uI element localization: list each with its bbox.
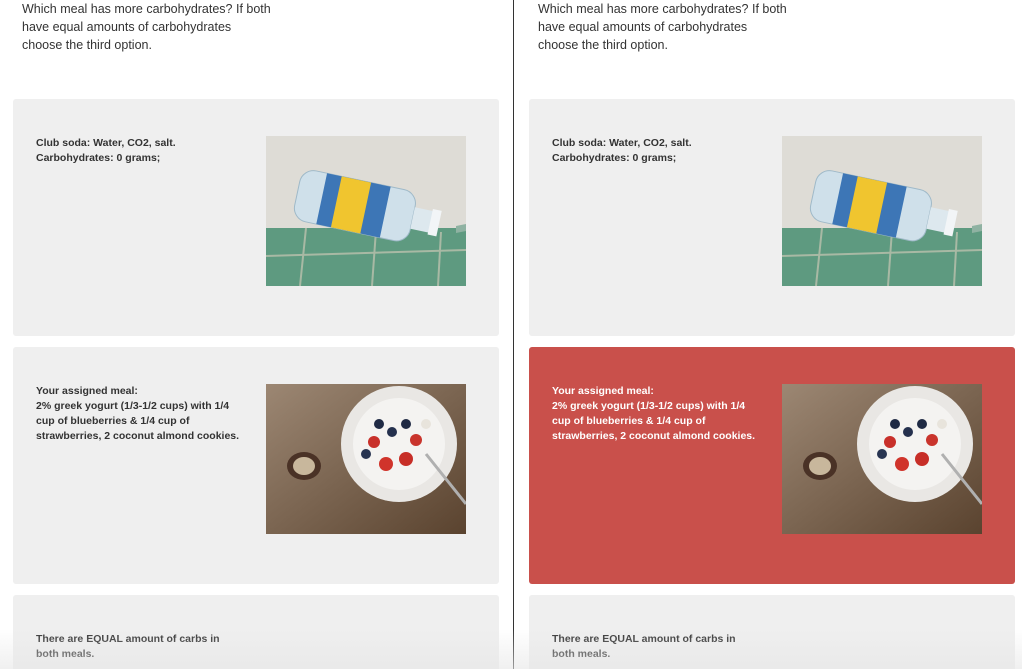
option-assigned-meal-text: Your assigned meal: 2% greek yogurt (1/3… [36, 384, 241, 444]
club-soda-ingredients: Club soda: Water, CO2, salt. [552, 137, 692, 149]
option-club-soda-card[interactable]: Club soda: Water, CO2, salt. Carbohydrat… [13, 99, 499, 336]
club-soda-carbs: Carbohydrates: 0 grams; [36, 152, 161, 164]
assigned-meal-description: 2% greek yogurt (1/3-1/2 cups) with 1/4 … [552, 400, 756, 442]
club-soda-photo [782, 136, 982, 286]
option-club-soda-text: Club soda: Water, CO2, salt. Carbohydrat… [552, 136, 757, 166]
assigned-meal-heading: Your assigned meal: [36, 385, 138, 397]
assigned-meal-description: 2% greek yogurt (1/3-1/2 cups) with 1/4 … [36, 400, 240, 442]
question-text: Which meal has more carbohydrates? If bo… [22, 2, 271, 52]
option-equal-card[interactable]: There are EQUAL amount of carbs in both … [13, 595, 499, 669]
option-assigned-meal-card[interactable]: Your assigned meal: 2% greek yogurt (1/3… [13, 347, 499, 584]
assigned-meal-heading: Your assigned meal: [552, 385, 654, 397]
assigned-meal-photo [266, 384, 466, 534]
option-assigned-meal-card-selected[interactable]: Your assigned meal: 2% greek yogurt (1/3… [529, 347, 1015, 584]
club-soda-carbs: Carbohydrates: 0 grams; [552, 152, 677, 164]
question-text: Which meal has more carbohydrates? If bo… [538, 2, 787, 52]
assigned-meal-photo [782, 384, 982, 534]
option-equal-text: There are EQUAL amount of carbs in both … [552, 633, 736, 660]
option-club-soda-card[interactable]: Club soda: Water, CO2, salt. Carbohydrat… [529, 99, 1015, 336]
left-panel: Which meal has more carbohydrates? If bo… [0, 0, 513, 669]
club-soda-ingredients: Club soda: Water, CO2, salt. [36, 137, 176, 149]
option-club-soda-text: Club soda: Water, CO2, salt. Carbohydrat… [36, 136, 241, 166]
option-equal-text: There are EQUAL amount of carbs in both … [36, 633, 220, 660]
right-panel: Which meal has more carbohydrates? If bo… [514, 0, 1022, 669]
option-equal-card[interactable]: There are EQUAL amount of carbs in both … [529, 595, 1015, 669]
option-assigned-meal-text: Your assigned meal: 2% greek yogurt (1/3… [552, 384, 757, 444]
club-soda-photo [266, 136, 466, 286]
